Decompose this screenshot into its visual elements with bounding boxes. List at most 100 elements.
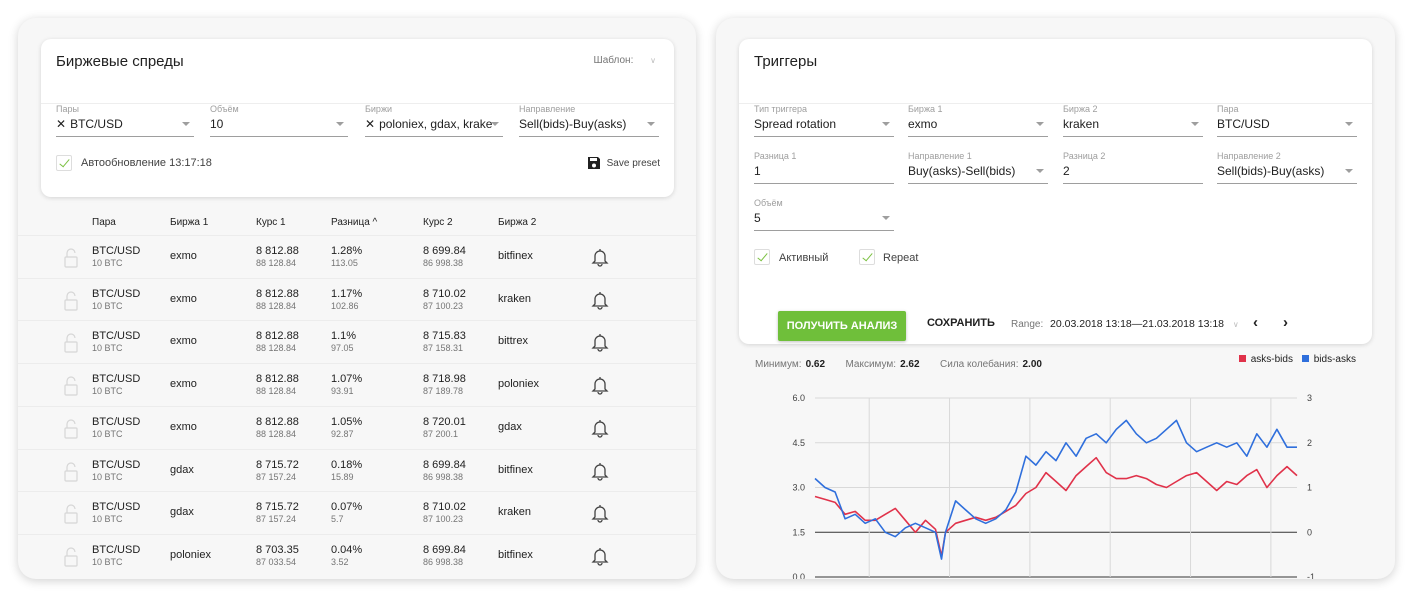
rate1-value: 8 812.88: [256, 373, 299, 386]
diff1-input[interactable]: Разница 1 1: [754, 151, 894, 185]
table-row[interactable]: BTC/USD 10 BTC exmo 8 812.88 88 128.84 1.05% 9…: [18, 405, 696, 449]
direction1-select[interactable]: Направление 1 Buy(asks)-Sell(bids): [908, 151, 1048, 185]
prev-range-button[interactable]: ‹: [1253, 314, 1258, 331]
exchange2-value: kraken: [498, 292, 532, 305]
active-checkbox[interactable]: [754, 249, 770, 265]
exchange1-select[interactable]: Биржа 1 exmo: [908, 104, 1048, 138]
legend-item-asks-bids[interactable]: asks-bids: [1238, 354, 1293, 365]
get-analysis-button[interactable]: ПОЛУЧИТЬ АНАЛИЗ: [778, 311, 906, 341]
y-right-tick-label: 3: [1307, 393, 1312, 403]
exchange2-value: bittrex: [498, 335, 528, 348]
unlock-icon[interactable]: [64, 333, 78, 353]
direction1-value: Buy(asks)-Sell(bids): [908, 164, 1016, 178]
diff-subvalue: 15.89: [331, 471, 354, 482]
save-preset-button[interactable]: Save preset: [587, 154, 660, 172]
direction-value: Sell(bids)-Buy(asks): [519, 117, 627, 131]
range-select[interactable]: Range: 20.03.2018 13:18—21.03.2018 13:18…: [1011, 318, 1239, 330]
triggers-card: Триггеры Тип триггера Spread rotation Би…: [739, 39, 1372, 344]
col-rate2[interactable]: Курс 2: [423, 217, 453, 228]
direction-label: Направление: [519, 104, 576, 114]
exchange2-value: kraken: [498, 506, 532, 519]
rate1-value: 8 812.88: [256, 287, 299, 300]
pair-subvalue: 10 BTC: [92, 300, 123, 311]
save-button[interactable]: СОХРАНИТЬ: [927, 317, 995, 329]
rate2-subvalue: 87 200.1: [423, 428, 459, 439]
clear-icon[interactable]: ✕: [56, 117, 66, 131]
pair-subvalue: 10 BTC: [92, 556, 123, 567]
exchange1-value: exmo: [170, 335, 197, 348]
pair-select[interactable]: Пара BTC/USD: [1217, 104, 1357, 138]
unlock-icon[interactable]: [64, 248, 78, 268]
clear-icon[interactable]: ✕: [365, 117, 375, 131]
caret-down-icon: [882, 216, 890, 220]
volume-value: 5: [754, 211, 761, 225]
y-left-tick-label: 6.0: [792, 393, 805, 403]
caret-down-icon: [1191, 122, 1199, 126]
diff2-input[interactable]: Разница 2 2: [1063, 151, 1203, 185]
unlock-icon[interactable]: [64, 461, 78, 482]
unlock-icon[interactable]: [64, 419, 78, 439]
bell-icon[interactable]: [591, 546, 609, 566]
col-rate1[interactable]: Курс 1: [256, 217, 286, 228]
unlock-icon[interactable]: [64, 504, 78, 524]
template-select[interactable]: Шаблон: ∨: [594, 55, 656, 66]
exchange2-value: bitfinex: [498, 548, 533, 561]
volume-select[interactable]: Объём 5: [754, 198, 894, 232]
bell-icon[interactable]: [591, 247, 609, 267]
col-exchange1[interactable]: Биржа 1: [170, 217, 208, 228]
table-row[interactable]: BTC/USD 10 BTC gdax 8 715.72 87 157.24 0.18% 1…: [18, 448, 696, 492]
direction2-value: Sell(bids)-Buy(asks): [1217, 164, 1325, 178]
table-row[interactable]: BTC/USD 10 BTC gdax 8 715.72 87 157.24 0.07% 5…: [18, 491, 696, 534]
bell-icon[interactable]: [591, 290, 609, 310]
exchange2-select[interactable]: Биржа 2 kraken: [1063, 104, 1203, 138]
col-diff[interactable]: Разница ^: [331, 217, 377, 228]
table-row[interactable]: BTC/USD 10 BTC poloniex 8 703.35 87 033.54 0.…: [18, 533, 696, 577]
col-pair[interactable]: Пара: [92, 217, 116, 228]
swing-label: Сила колебания:: [940, 359, 1019, 370]
unlock-icon[interactable]: [64, 291, 78, 311]
repeat-checkbox[interactable]: [859, 249, 875, 265]
bell-icon[interactable]: [591, 503, 609, 523]
exchanges-select[interactable]: Биржи ✕ poloniex, gdax, krake: [365, 104, 503, 138]
pairs-select[interactable]: Пары ✕ BTC/USD: [56, 104, 194, 138]
y-left-tick-label: 3.0: [792, 483, 805, 493]
col-exchange2[interactable]: Биржа 2: [498, 217, 536, 228]
bell-icon[interactable]: [591, 375, 609, 395]
diff2-label: Разница 2: [1063, 151, 1106, 161]
table-row[interactable]: BTC/USD 10 BTC exmo 8 812.88 88 128.84 1.07% 9…: [18, 363, 696, 406]
volume-label: Объём: [210, 104, 239, 114]
direction2-label: Направление 2: [1217, 151, 1281, 161]
table-row[interactable]: BTC/USD 10 BTC exmo 8 812.88 88 128.84 1.17% 1…: [18, 277, 696, 321]
direction-select[interactable]: Направление Sell(bids)-Buy(asks): [519, 104, 659, 138]
exchange2-value: poloniex: [498, 378, 539, 391]
bell-icon[interactable]: [591, 332, 609, 353]
triggers-title: Триггеры: [754, 53, 818, 70]
bell-icon[interactable]: [591, 418, 609, 438]
pair-value: BTC/USD: [1217, 117, 1270, 131]
table-row[interactable]: BTC/USD 10 BTC exmo 8 812.88 88 128.84 1.28% 1…: [18, 235, 696, 278]
unlock-icon[interactable]: [64, 376, 78, 396]
trigger-type-select[interactable]: Тип триггера Spread rotation: [754, 104, 894, 138]
direction2-select[interactable]: Направление 2 Sell(bids)-Buy(asks): [1217, 151, 1357, 185]
volume-select[interactable]: Объём 10: [210, 104, 348, 138]
table-row[interactable]: BTC/USD 10 BTC exmo 8 812.88 88 128.84 1.1% 97…: [18, 320, 696, 363]
next-range-button[interactable]: ›: [1283, 314, 1288, 331]
rate2-subvalue: 87 100.23: [423, 514, 464, 525]
diff-value: 1.17%: [331, 287, 363, 300]
pairs-value: BTC/USD: [70, 117, 123, 131]
autoupdate-checkbox[interactable]: [56, 155, 72, 171]
caret-down-icon: [491, 122, 499, 126]
rate2-subvalue: 86 998.38: [423, 471, 464, 482]
bell-icon[interactable]: [591, 461, 609, 481]
min-label: Минимум:: [755, 359, 802, 370]
rate1-subvalue: 87 157.24: [256, 471, 297, 482]
rate2-value: 8 720.01: [423, 415, 466, 428]
rate2-value: 8 710.02: [423, 501, 466, 514]
exchange1-label: Биржа 1: [908, 104, 943, 114]
pair-value: BTC/USD: [92, 287, 141, 300]
rate1-value: 8 715.72: [256, 458, 299, 471]
legend-item-bids-asks[interactable]: bids-asks: [1301, 354, 1356, 365]
pair-subvalue: 10 BTC: [92, 386, 123, 397]
unlock-icon[interactable]: [64, 547, 78, 567]
pair-value: BTC/USD: [92, 373, 141, 386]
